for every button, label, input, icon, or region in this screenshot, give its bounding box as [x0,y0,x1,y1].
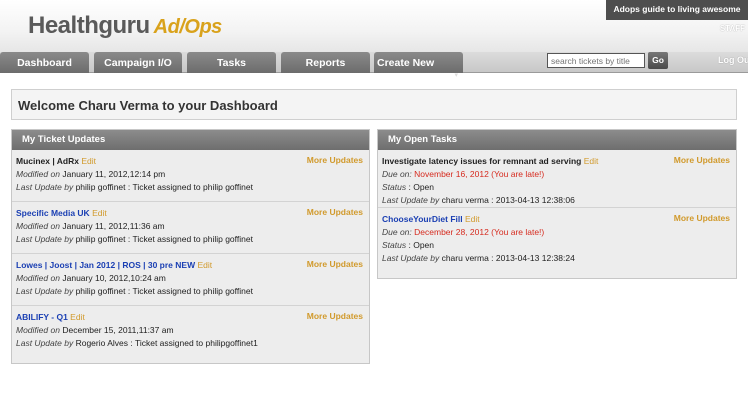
ticket-updates-title: My Ticket Updates [12,130,369,150]
last-update-label: Last Update [16,234,62,244]
logo-main-text: Healthguru [28,12,150,39]
tab-tasks[interactable]: Tasks [187,52,276,73]
modified-date: January 11, 2012,12:14 pm [62,169,166,179]
ticket-updates-panel: My Ticket Updates Mucinex | AdRx Edit Mo… [11,129,370,364]
edit-link[interactable]: Edit [197,260,212,270]
tab-campaign-io[interactable]: Campaign I/O [94,52,182,73]
ticket-item: Lowes | Joost | Jan 2012 | ROS | 30 pre … [12,254,369,306]
edit-link[interactable]: Edit [465,214,480,224]
adops-guide-link[interactable]: Adops guide to living awesome [606,0,748,20]
last-update-text: philip goffinet : Ticket assigned to phi… [75,182,253,192]
task-title[interactable]: Investigate latency issues for remnant a… [382,156,581,166]
tab-create-new[interactable]: Create New ▾ [374,52,463,79]
modified-label: Modified [16,273,49,283]
by-label: by [430,253,440,263]
last-update-label: Last Update [16,182,62,192]
welcome-heading: Welcome Charu Verma to your Dashboard [18,98,278,113]
more-updates-link[interactable]: More Updates [307,259,363,269]
ticket-title[interactable]: Lowes | Joost | Jan 2012 | ROS | 30 pre … [16,260,195,270]
status-label: Status [382,182,407,192]
by-label: by [430,195,440,205]
more-updates-link[interactable]: More Updates [307,155,363,165]
tab-reports[interactable]: Reports [281,52,370,73]
due-label: Due on: [382,227,412,237]
status-value: Open [413,182,434,192]
ticket-title[interactable]: Mucinex | AdRx [16,156,79,166]
last-update-label: Last Update [382,253,428,263]
task-item: ChooseYourDiet Fill Edit Due on: Decembe… [382,213,730,263]
ticket-item: Specific Media UK Edit Modified on Janua… [12,202,369,254]
logo-sub-text: Ad/Ops [153,16,223,38]
ticket-item: ABILIFY - Q1 Edit Modified on December 1… [12,306,369,358]
welcome-box: Welcome Charu Verma to your Dashboard [11,89,737,120]
ticket-title[interactable]: Specific Media UK [16,208,90,218]
user-role-label: STAFF [719,24,745,33]
edit-link[interactable]: Edit [584,156,599,166]
go-button[interactable]: Go [648,52,668,69]
task-item: Investigate latency issues for remnant a… [378,150,736,208]
ticket-item: Mucinex | AdRx Edit Modified on January … [12,150,369,202]
on-label: on [50,325,60,335]
more-updates-link[interactable]: More Updates [307,311,363,321]
healthguru-logo[interactable]: Healthguru Ad/Ops [28,12,222,42]
last-update-text: charu verma : 2013-04-13 12:38:24 [441,253,575,263]
edit-link[interactable]: Edit [81,156,96,166]
due-date: December 28, 2012 (You are late!) [414,227,545,237]
last-update-label: Last Update [16,286,62,296]
last-update-text: philip goffinet : Ticket assigned to phi… [75,286,253,296]
on-label: on [50,221,60,231]
status-value: Open [413,240,434,250]
by-label: by [64,182,74,192]
modified-date: December 15, 2011,11:37 am [62,325,174,335]
more-updates-link[interactable]: More Updates [674,213,730,223]
due-label: Due on: [382,169,412,179]
logout-link[interactable]: Log Out [718,55,748,65]
chevron-down-icon: ▾ [454,72,458,79]
modified-label: Modified [16,325,49,335]
modified-date: January 11, 2012,11:36 am [62,221,165,231]
status-label: Status [382,240,407,250]
modified-label: Modified [16,169,49,179]
last-update-label: Last Update [16,338,62,348]
by-label: by [64,234,74,244]
by-label: by [64,338,74,348]
task-title[interactable]: ChooseYourDiet Fill [382,214,463,224]
tab-dashboard[interactable]: Dashboard [0,52,89,73]
modified-date: January 10, 2012,10:24 am [62,273,166,283]
edit-link[interactable]: Edit [70,312,85,322]
open-tasks-panel: My Open Tasks Investigate latency issues… [377,129,737,279]
due-date: November 16, 2012 (You are late!) [414,169,545,179]
tab-create-new-label: Create New [377,57,435,69]
last-update-text: Rogerio Alves : Ticket assigned to phili… [75,338,258,348]
last-update-label: Last Update [382,195,428,205]
open-tasks-title: My Open Tasks [378,130,736,150]
modified-label: Modified [16,221,49,231]
last-update-text: philip goffinet : Ticket assigned to phi… [75,234,253,244]
on-label: on [50,169,60,179]
last-update-text: charu verma : 2013-04-13 12:38:06 [441,195,575,205]
by-label: by [64,286,74,296]
header: Healthguru Ad/Ops Adops guide to living … [0,0,748,52]
more-updates-link[interactable]: More Updates [674,155,730,165]
edit-link[interactable]: Edit [92,208,107,218]
search-input[interactable] [547,53,645,68]
ticket-title[interactable]: ABILIFY - Q1 [16,312,68,322]
on-label: on [50,273,60,283]
more-updates-link[interactable]: More Updates [307,207,363,217]
